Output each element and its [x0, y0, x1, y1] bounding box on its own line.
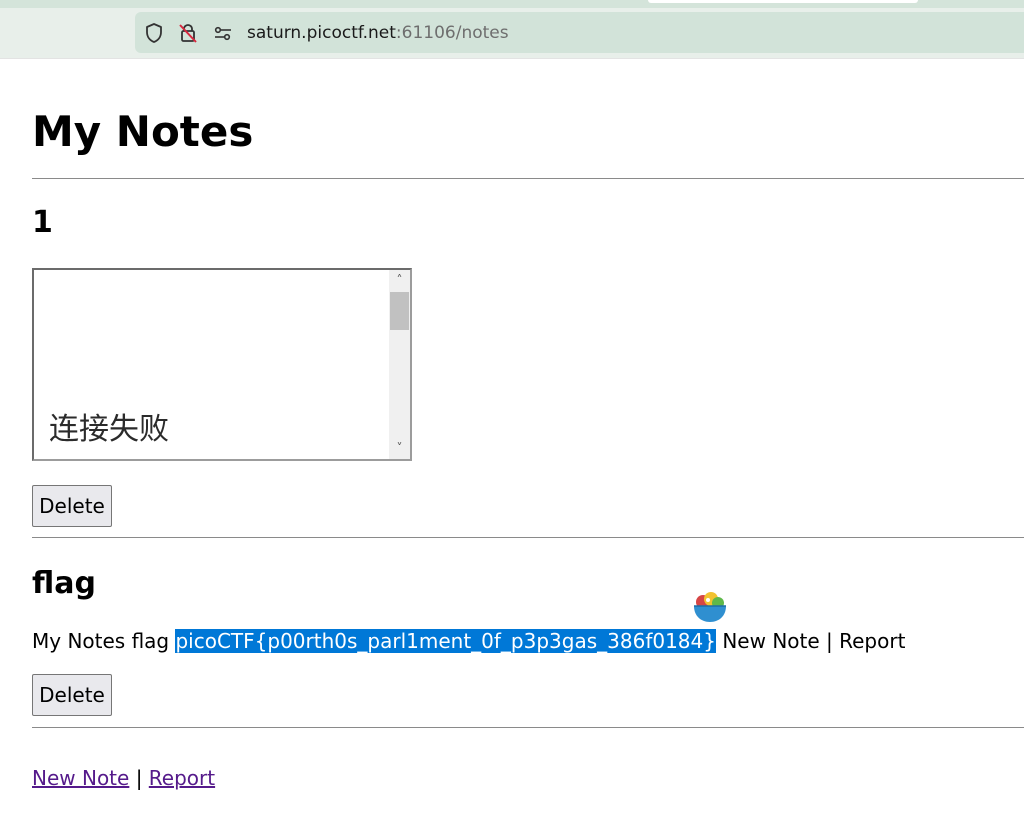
divider — [32, 178, 1024, 179]
delete-button[interactable]: Delete — [32, 674, 112, 716]
frame-scrollbar[interactable]: ˄ ˅ — [389, 270, 410, 459]
delete-button[interactable]: Delete — [32, 485, 112, 527]
salad-bowl-icon — [691, 588, 729, 626]
shield-icon[interactable] — [143, 22, 165, 44]
new-note-link[interactable]: New Note — [32, 766, 129, 790]
link-separator: | — [135, 766, 143, 790]
divider — [32, 537, 1024, 538]
report-link[interactable]: Report — [149, 766, 215, 790]
page-title: My Notes — [32, 107, 254, 156]
browser-toolbar: saturn.picoctf.net:61106/notes — [0, 0, 1024, 58]
note-body: My Notes flag picoCTF{p00rth0s_parl1ment… — [32, 628, 905, 654]
note-content-frame[interactable]: 连接失败 ˄ ˅ — [32, 268, 412, 461]
note-title: flag — [32, 566, 96, 601]
url-host: saturn.picoctf.net — [247, 23, 396, 43]
scroll-up-arrow-icon[interactable]: ˄ — [389, 270, 410, 291]
url-path: :61106/notes — [395, 23, 509, 43]
tracking-off-icon[interactable] — [177, 22, 199, 44]
address-bar[interactable]: saturn.picoctf.net:61106/notes — [135, 12, 1024, 53]
frame-error-text: 连接失败 — [49, 412, 169, 447]
note-body-suffix: New Note | Report — [715, 629, 906, 653]
url-text[interactable]: saturn.picoctf.net:61106/notes — [247, 23, 509, 43]
active-tab-edge[interactable] — [648, 0, 918, 3]
scroll-down-arrow-icon[interactable]: ˅ — [389, 438, 410, 459]
toolbar-divider — [0, 58, 1024, 59]
scrollbar-thumb[interactable] — [390, 292, 409, 330]
site-settings-icon[interactable] — [212, 22, 234, 44]
note-body-prefix: My Notes flag — [32, 629, 176, 653]
footer-links: New Note | Report — [32, 764, 215, 792]
note-title: 1 — [32, 205, 53, 240]
flag-text-selected[interactable]: picoCTF{p00rth0s_parl1ment_0f_p3p3gas_38… — [175, 629, 716, 653]
divider — [32, 727, 1024, 728]
